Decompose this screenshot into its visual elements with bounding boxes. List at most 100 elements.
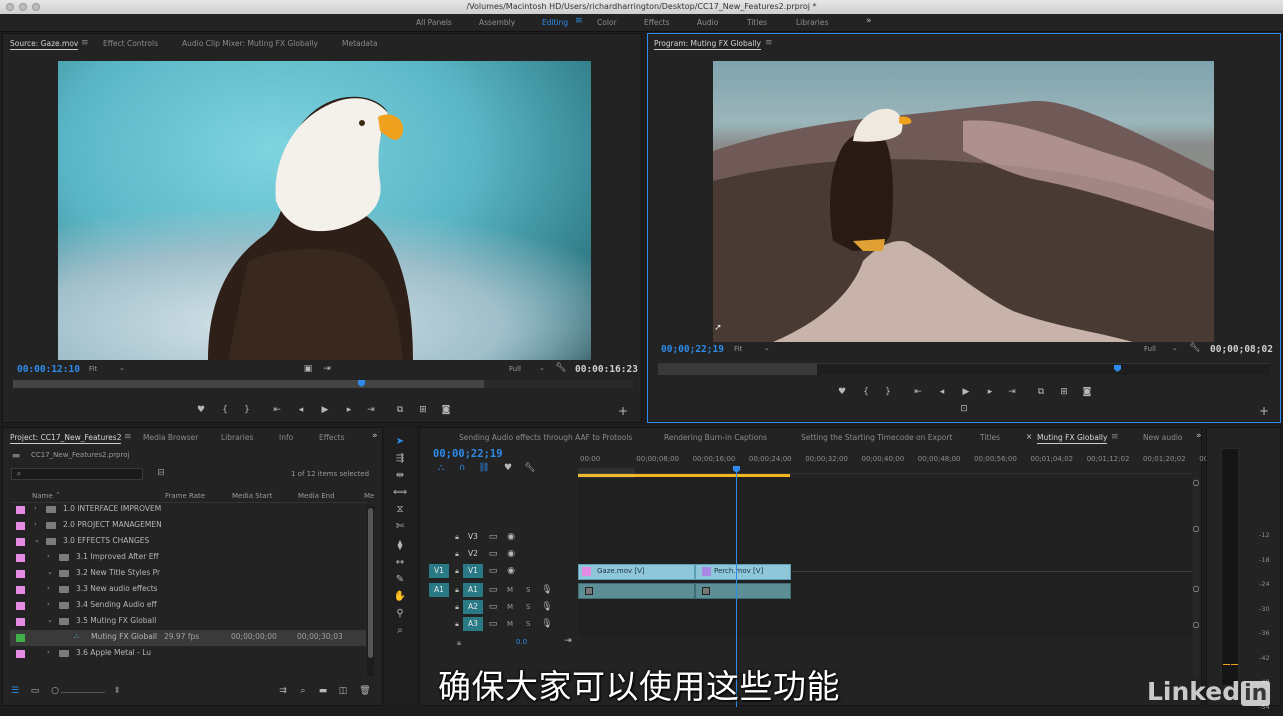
program-video-frame[interactable] [713,61,1214,342]
go-to-out-icon[interactable]: ⇥ [365,405,377,415]
mark-out-icon[interactable]: } [882,387,894,397]
master-volume[interactable]: 0.0 [516,638,527,646]
program-zoom-select[interactable]: Fit [734,345,742,353]
timeline-vertical-scrollbar[interactable]: ○ ○ ○ ○ [1193,478,1199,678]
workspace-libraries[interactable]: Libraries [796,18,828,27]
track-lock-icon[interactable]: 🔒︎ [451,566,463,576]
mute-button[interactable]: M [507,586,513,594]
solo-button[interactable]: S [526,620,530,628]
sync-lock-icon[interactable]: ▭ [487,532,499,542]
chevron-right-icon[interactable]: › [34,520,37,528]
tab-media-browser[interactable]: Media Browser [143,433,198,442]
track-lock-icon[interactable]: 🔒︎ [451,602,463,612]
source-patch-a1[interactable]: A1 [429,583,449,597]
nest-icon[interactable]: ⛬ [435,463,447,473]
step-back-icon[interactable]: ◂ [295,405,307,415]
step-back-icon[interactable]: ◂ [936,387,948,397]
export-frame-icon[interactable]: ◙ [440,405,452,415]
chevron-down-icon[interactable]: ⌄ [47,616,53,624]
label-color-swatch[interactable] [16,586,25,594]
scroll-handle-mid-icon[interactable]: ○ [1190,524,1202,534]
type-tool-icon[interactable]: ⌕ [392,624,408,638]
workspace-all-panels[interactable]: All Panels [416,18,452,27]
label-color-swatch[interactable] [16,506,25,514]
track-target-v3[interactable]: V3 [463,530,483,544]
project-scrollbar[interactable] [367,506,374,676]
workspace-effects[interactable]: Effects [644,18,670,27]
track-lock-icon[interactable]: 🔒︎ [451,549,463,559]
chevron-right-icon[interactable]: › [47,584,50,592]
icon-view-icon[interactable]: ▭ [29,686,41,696]
track-target-a1[interactable]: A1 [463,583,483,597]
scroll-handle-bottom-icon[interactable]: ○ [1190,620,1202,630]
voice-over-record-icon[interactable]: 🎙︎ [541,602,553,612]
zoom-tool-icon[interactable]: ⚲ [392,607,408,621]
track-target-a2[interactable]: A2 [463,600,483,614]
label-color-swatch[interactable] [16,650,25,658]
solo-button[interactable]: S [526,586,530,594]
label-color-swatch[interactable] [16,618,25,626]
solo-button[interactable]: S [526,603,530,611]
marker-icon[interactable]: ♥ [195,405,207,415]
overwrite-icon[interactable]: ⊞ [417,405,429,415]
voice-over-record-icon[interactable]: 🎙︎ [541,619,553,629]
column-media-end[interactable]: Media End [298,492,335,500]
chevron-right-icon[interactable]: › [47,648,50,656]
project-panel-menu-icon[interactable]: ≡ [124,432,132,442]
chevron-right-icon[interactable]: › [47,600,50,608]
step-forward-icon[interactable]: ▸ [343,405,355,415]
go-to-out-icon[interactable]: ⇥ [1006,387,1018,397]
label-color-swatch[interactable] [16,554,25,562]
sync-lock-icon[interactable]: ▭ [487,566,499,576]
wrench-icon[interactable]: 🔧︎ [555,363,567,373]
timeline-settings-wrench-icon[interactable]: 🔧︎ [524,463,536,473]
toggle-output-eye-icon[interactable]: ◉ [505,532,517,542]
tab-effects[interactable]: Effects [319,433,345,442]
insert-ripple-icon[interactable]: ⇥ [321,364,333,374]
program-scrubber[interactable] [658,363,1270,375]
chevron-down-icon[interactable]: ⌄ [47,568,53,576]
go-to-in-icon[interactable]: ⇤ [271,405,283,415]
pen-tool-icon[interactable]: ✎ [392,573,408,587]
tab-sequence-aaf[interactable]: Sending Audio effects through AAF to Pro… [459,433,632,442]
program-timecode[interactable]: 00;00;22;19 [661,344,724,355]
project-row[interactable]: › 3.6 Apple Metal - Lu [10,646,366,662]
snap-icon[interactable]: ∩ [456,463,468,473]
project-row[interactable]: › 3.3 New audio effects [10,582,366,598]
workspace-editing[interactable]: Editing [542,18,568,27]
timeline-panel-menu-icon[interactable]: ≡ [1111,432,1119,442]
extract-icon[interactable]: ⊞ [1058,387,1070,397]
mark-out-icon[interactable]: } [241,405,253,415]
zoom-window-button[interactable] [32,3,40,11]
mute-button[interactable]: M [507,603,513,611]
track-lock-icon[interactable]: 🔒︎ [451,532,463,542]
track-target-a3[interactable]: A3 [463,617,483,631]
column-more[interactable]: Me [364,492,374,500]
program-panel-menu-icon[interactable]: ≡ [765,38,773,48]
comparison-view-icon[interactable]: ⊡ [958,404,970,414]
chevron-right-icon[interactable]: › [34,504,37,512]
toggle-output-eye-icon[interactable]: ◉ [505,549,517,559]
column-frame-rate[interactable]: Frame Rate [165,492,205,500]
find-icon[interactable]: ⌕ [297,686,309,696]
new-search-bin-icon[interactable]: ⊟ [155,468,167,478]
chevron-down-icon[interactable]: ⌄ [34,536,40,544]
tab-project[interactable]: Project: CC17_New_Features2 [10,433,122,444]
slip-tool-icon[interactable]: ⧫ [392,539,408,553]
rate-stretch-tool-icon[interactable]: ⧖ [392,503,408,517]
slide-tool-icon[interactable]: ↔ [392,556,408,570]
mute-button[interactable]: M [507,620,513,628]
new-bin-icon[interactable]: ▬ [317,686,329,696]
label-color-swatch[interactable] [16,570,25,578]
project-row[interactable]: ⛬ Muting FX Globall 29.97 fps 00;00;00;00 00… [10,630,366,646]
track-lock-icon[interactable]: 🔒︎ [451,619,463,629]
label-color-swatch[interactable] [16,634,25,642]
settings-square-icon[interactable]: ▣ [302,364,314,374]
sort-ascending-icon[interactable]: ⌃ [55,491,61,499]
new-item-icon[interactable]: ◫ [337,686,349,696]
project-row[interactable]: ⌄ 3.5 Muting FX Globall [10,614,366,630]
tab-libraries[interactable]: Libraries [221,433,253,442]
source-patch-v1[interactable]: V1 [429,564,449,578]
column-media-start[interactable]: Media Start [232,492,272,500]
track-select-tool-icon[interactable]: ⇶ [392,452,408,466]
